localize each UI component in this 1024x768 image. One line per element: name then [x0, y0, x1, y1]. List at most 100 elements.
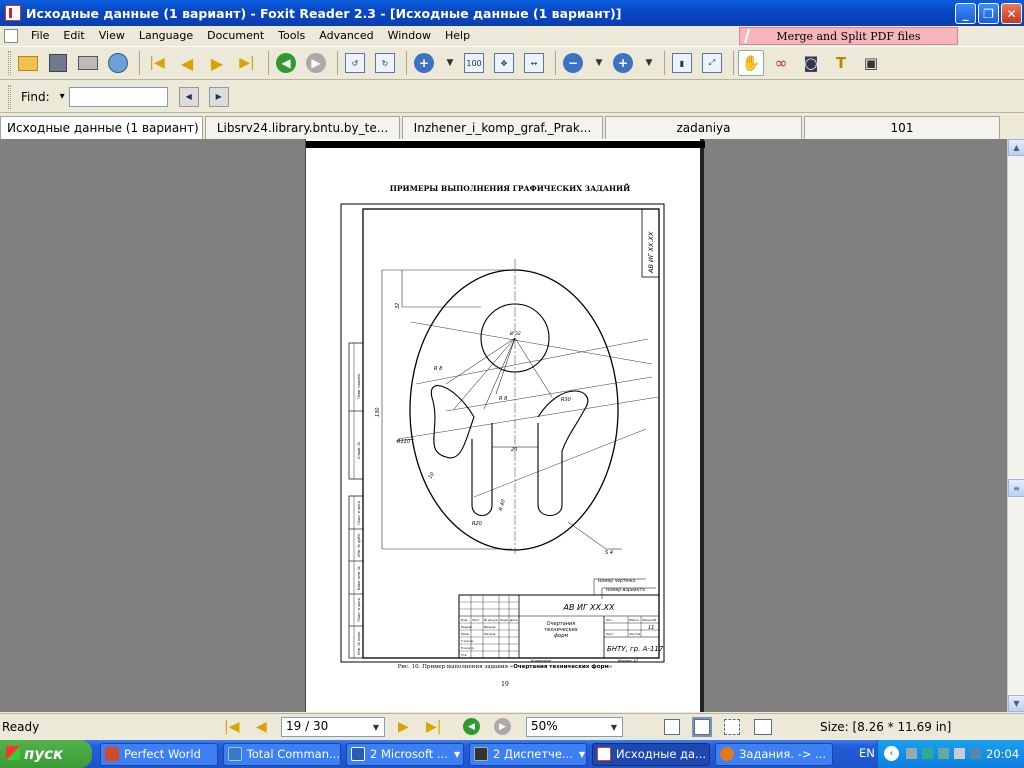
- task-microsoft-word[interactable]: 2 Microsoft ... ▼: [346, 742, 464, 766]
- last-page-button[interactable]: ▶|: [234, 50, 260, 76]
- clock[interactable]: 20:04: [986, 747, 1019, 761]
- status-forward-button[interactable]: ▶: [494, 718, 511, 735]
- snapshot-button[interactable]: ▣: [858, 50, 884, 76]
- reading-glasses-button[interactable]: ∞: [768, 50, 794, 76]
- first-page-button[interactable]: |◀: [144, 50, 170, 76]
- stamp-person-2: Петров: [484, 632, 496, 636]
- status-back-button[interactable]: ◀: [463, 718, 480, 735]
- text-select-button[interactable]: T: [828, 50, 854, 76]
- continuous-layout-button[interactable]: [692, 717, 712, 737]
- pdf-page[interactable]: ПРИМЕРЫ ВЫПОЛНЕНИЯ ГРАФИЧЕСКИХ ЗАДАНИЙ А…: [305, 139, 705, 712]
- foxit-icon: [597, 747, 611, 761]
- close-button[interactable]: ✕: [1001, 3, 1022, 24]
- scroll-down-button[interactable]: ▼: [1008, 695, 1024, 712]
- task-foxit-reader[interactable]: Исходные да...: [592, 742, 710, 766]
- scroll-thumb[interactable]: ≡: [1008, 479, 1024, 497]
- zoom-in-button[interactable]: +: [610, 50, 636, 76]
- tab-101[interactable]: 101: [804, 116, 1000, 139]
- print-button[interactable]: [75, 50, 101, 76]
- full-screen-button[interactable]: ⤢: [699, 50, 725, 76]
- minimize-button[interactable]: _: [955, 3, 976, 24]
- hand-tool-button[interactable]: ✋: [738, 50, 764, 76]
- menu-help[interactable]: Help: [438, 29, 477, 42]
- web-button[interactable]: [105, 50, 131, 76]
- fit-page-button[interactable]: ✥: [491, 50, 517, 76]
- side-label-inv-podl: Инв. № подл.: [357, 631, 361, 655]
- status-last-page-button[interactable]: ▶|: [426, 719, 441, 735]
- back-arrow-icon: ◀: [276, 53, 296, 73]
- menu-window[interactable]: Window: [381, 29, 438, 42]
- text-select-icon: T: [835, 54, 847, 72]
- callout-variant-number: Номер варианта: [606, 587, 645, 593]
- zoom-in-dropdown[interactable]: ▼: [640, 50, 658, 76]
- toolbar-grip[interactable]: [8, 84, 11, 109]
- tray-expand-icon[interactable]: ‹: [884, 746, 899, 761]
- save-button[interactable]: [45, 50, 71, 76]
- forward-button[interactable]: ▶: [303, 50, 329, 76]
- facing-layout-button[interactable]: [724, 719, 740, 735]
- open-button[interactable]: [15, 50, 41, 76]
- network-icon[interactable]: [938, 748, 949, 759]
- menu-language[interactable]: Language: [132, 29, 200, 42]
- tray-app-icon[interactable]: [906, 748, 917, 759]
- find-next-button[interactable]: ▶: [206, 84, 232, 110]
- chevron-down-icon[interactable]: ▼: [368, 718, 384, 736]
- tab-inzhener[interactable]: Inzhener_i_komp_graf._Prak...: [402, 116, 603, 139]
- chevron-down-icon[interactable]: ▼: [606, 718, 622, 736]
- find-binoculars-button[interactable]: ◙: [798, 50, 824, 76]
- rotate-left-button[interactable]: ↺: [342, 50, 368, 76]
- volume-icon[interactable]: [954, 748, 965, 759]
- toolbar-grip[interactable]: [8, 51, 11, 75]
- single-page-layout-button[interactable]: [664, 719, 680, 735]
- menu-file[interactable]: File: [24, 29, 56, 42]
- zoom-tool-dropdown[interactable]: ▼: [441, 50, 459, 76]
- task-perfect-world[interactable]: Perfect World: [100, 742, 218, 766]
- task-label: Задания. -> ...: [739, 747, 827, 761]
- find-previous-button[interactable]: ◀: [176, 84, 202, 110]
- find-input[interactable]: [68, 86, 168, 107]
- menu-view[interactable]: View: [92, 29, 132, 42]
- menu-tools[interactable]: Tools: [271, 29, 312, 42]
- rotate-right-button[interactable]: ↻: [372, 50, 398, 76]
- network-icon[interactable]: [922, 748, 933, 759]
- menu-document[interactable]: Document: [200, 29, 271, 42]
- task-firefox[interactable]: Задания. -> ...: [715, 742, 833, 766]
- document-icon[interactable]: [4, 28, 18, 43]
- find-options-dropdown[interactable]: ▾: [60, 91, 65, 102]
- tab-libsrv24[interactable]: Libsrv24.library.bntu.by_te...: [205, 116, 400, 139]
- zoom-out-dropdown[interactable]: ▼: [590, 50, 608, 76]
- page-number-field[interactable]: 19 / 30 ▼: [281, 717, 385, 737]
- tray-app-icon[interactable]: [970, 748, 981, 759]
- next-page-button[interactable]: ▶: [204, 50, 230, 76]
- menu-edit[interactable]: Edit: [56, 29, 91, 42]
- status-previous-page-button[interactable]: ◀: [256, 719, 267, 735]
- bookmarks-button[interactable]: ▮: [669, 50, 695, 76]
- back-button[interactable]: ◀: [273, 50, 299, 76]
- windows-taskbar: пуск Perfect World Total Comman... 2 Mic…: [0, 740, 1024, 768]
- zoom-field[interactable]: 50% ▼: [526, 717, 623, 737]
- fit-width-icon: ↔: [524, 53, 544, 73]
- fit-width-button[interactable]: ↔: [521, 50, 547, 76]
- maximize-button[interactable]: ❐: [978, 3, 999, 24]
- task-total-commander[interactable]: Total Comman...: [223, 742, 341, 766]
- merge-split-ad-button[interactable]: Merge and Split PDF files: [739, 27, 958, 45]
- rotate-left-icon: ↺: [345, 53, 365, 73]
- tab-zadaniya[interactable]: zadaniya: [605, 116, 802, 139]
- foxit-app-icon[interactable]: [5, 5, 21, 21]
- previous-page-button[interactable]: ◀: [174, 50, 200, 76]
- construction-line-3: [397, 396, 659, 440]
- vertical-scrollbar[interactable]: ▲ ≡ ▼: [1007, 139, 1024, 712]
- document-viewer[interactable]: ПРИМЕРЫ ВЫПОЛНЕНИЯ ГРАФИЧЕСКИХ ЗАДАНИЙ А…: [0, 139, 1007, 712]
- menu-advanced[interactable]: Advanced: [312, 29, 380, 42]
- task-dispatcher[interactable]: 2 Диспетче... ▼: [469, 742, 587, 766]
- zoom-tool-button[interactable]: +: [411, 50, 437, 76]
- start-button[interactable]: пуск: [0, 740, 92, 768]
- status-next-page-button[interactable]: ▶: [398, 719, 409, 735]
- zoom-out-button[interactable]: −: [560, 50, 586, 76]
- tab-ishodnye-dannye[interactable]: Исходные данные (1 вариант) ✕: [0, 116, 203, 139]
- scroll-up-button[interactable]: ▲: [1008, 139, 1024, 156]
- actual-size-button[interactable]: 100: [461, 50, 487, 76]
- language-indicator[interactable]: EN: [859, 746, 875, 760]
- continuous-facing-layout-button[interactable]: [754, 719, 772, 735]
- status-first-page-button[interactable]: |◀: [224, 719, 239, 735]
